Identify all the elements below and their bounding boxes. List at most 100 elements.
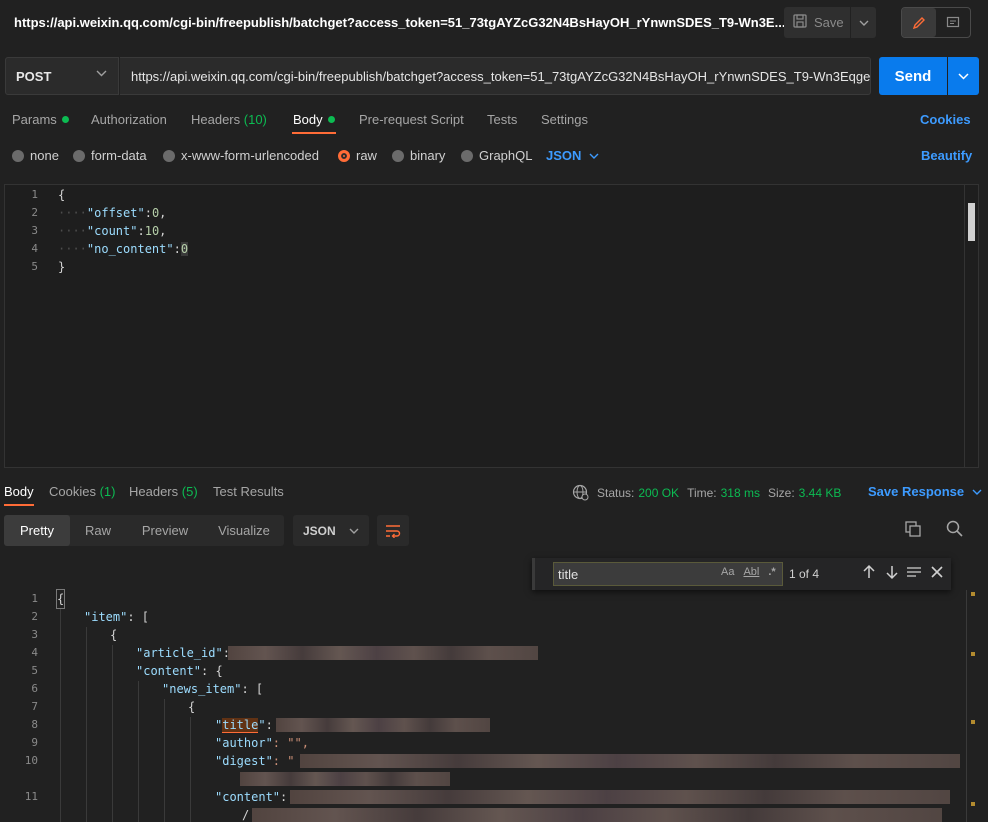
line-number: 3 xyxy=(31,224,38,237)
indent-guide xyxy=(138,681,139,822)
indent-guide xyxy=(60,609,61,822)
close-icon[interactable] xyxy=(930,564,944,580)
arrow-up-icon[interactable] xyxy=(862,564,876,580)
indent-guide xyxy=(190,717,191,822)
tab-label: Params xyxy=(12,112,57,127)
size-value: 3.44 KB xyxy=(798,485,842,500)
save-response-button[interactable]: Save Response xyxy=(868,484,982,499)
format-value: JSON xyxy=(303,523,336,538)
code-line: "item": [ xyxy=(84,608,149,626)
radio-label: form-data xyxy=(91,148,147,163)
code-line: "digest": " xyxy=(215,752,294,770)
code-line: ····"offset":0, xyxy=(58,206,167,220)
view-visualize[interactable]: Visualize xyxy=(204,515,284,546)
format-value: JSON xyxy=(546,148,582,163)
request-title[interactable]: https://api.weixin.qq.com/cgi-bin/freepu… xyxy=(14,15,785,30)
radio-binary[interactable]: binary xyxy=(392,148,445,163)
tab-settings[interactable]: Settings xyxy=(541,112,588,127)
response-tab-test-results[interactable]: Test Results xyxy=(213,484,284,499)
edit-mode-button[interactable] xyxy=(902,8,936,37)
copy-button[interactable] xyxy=(903,519,923,542)
cookies-count: (1) xyxy=(99,484,116,499)
indent-guide xyxy=(86,627,87,822)
tab-body[interactable]: Body xyxy=(293,112,335,127)
arrow-down-icon[interactable] xyxy=(885,564,899,580)
view-raw[interactable]: Raw xyxy=(70,515,126,546)
code-line: ····"count":10, xyxy=(58,224,167,238)
tab-authorization[interactable]: Authorization xyxy=(91,112,167,127)
line-number: 1 xyxy=(31,188,38,201)
view-pretty[interactable]: Pretty xyxy=(4,515,70,546)
json-key: "news_item" xyxy=(162,682,242,696)
tab-tests[interactable]: Tests xyxy=(487,112,517,127)
line-number: 9 xyxy=(31,736,38,749)
save-button[interactable]: Save xyxy=(784,7,850,38)
redacted-value xyxy=(290,790,950,804)
active-tab-indicator xyxy=(292,132,336,134)
radio-form-data[interactable]: form-data xyxy=(73,148,147,163)
radio-label: GraphQL xyxy=(479,148,533,163)
wrap-lines-icon xyxy=(386,524,401,538)
tab-params[interactable]: Params xyxy=(12,112,69,127)
line-number: 8 xyxy=(31,718,38,731)
url-input[interactable]: https://api.weixin.qq.com/cgi-bin/freepu… xyxy=(120,57,871,95)
line-number: 4 xyxy=(31,242,38,255)
radio-label: raw xyxy=(356,148,377,163)
response-format-select[interactable]: JSON xyxy=(293,515,369,546)
save-response-label: Save Response xyxy=(868,484,965,499)
comments-mode-button[interactable] xyxy=(936,8,970,37)
scrollbar-track xyxy=(964,184,965,468)
radio-label: binary xyxy=(410,148,446,163)
regex-toggle[interactable]: .* xyxy=(768,566,775,578)
tab-pre-request-script[interactable]: Pre-request Script xyxy=(359,112,464,127)
line-number: 3 xyxy=(31,628,38,641)
json-key: "content" xyxy=(136,664,202,678)
radio-raw[interactable]: raw xyxy=(338,148,377,163)
indent-guide xyxy=(112,645,113,822)
beautify-link[interactable]: Beautify xyxy=(921,148,972,163)
cookies-link[interactable]: Cookies xyxy=(920,112,971,127)
search-match: title xyxy=(222,718,259,733)
send-button[interactable]: Send xyxy=(879,57,947,95)
overview-marker xyxy=(971,720,975,724)
find-options: Aa Abl .* xyxy=(721,566,776,578)
globe-icon[interactable] xyxy=(572,484,589,501)
line-number: 2 xyxy=(31,610,38,623)
scrollbar-thumb[interactable] xyxy=(968,203,975,241)
status-value: 200 OK xyxy=(638,485,680,500)
whole-word-toggle[interactable]: Abl xyxy=(743,566,759,578)
code-line: } xyxy=(58,260,66,274)
json-key: "digest" xyxy=(215,754,273,768)
method-value: POST xyxy=(16,68,52,84)
search-button[interactable] xyxy=(945,519,965,542)
save-options-button[interactable] xyxy=(851,7,876,38)
view-preview[interactable]: Preview xyxy=(126,515,204,546)
radio-urlencoded[interactable]: x-www-form-urlencoded xyxy=(163,148,319,163)
json-value: 0 xyxy=(180,242,189,256)
save-icon xyxy=(793,14,807,31)
response-tab-headers[interactable]: Headers (5) xyxy=(129,484,198,499)
selection-icon[interactable] xyxy=(905,564,923,580)
scrollbar-track[interactable] xyxy=(966,590,967,822)
overview-marker xyxy=(971,652,975,656)
response-tab-cookies[interactable]: Cookies (1) xyxy=(49,484,115,499)
match-case-toggle[interactable]: Aa xyxy=(721,566,734,578)
json-key-quote: " xyxy=(258,718,266,732)
wrap-lines-button[interactable] xyxy=(377,515,409,546)
radio-graphql[interactable]: GraphQL xyxy=(461,148,532,163)
code-line: "title": xyxy=(215,716,273,734)
find-match-count: 1 of 4 xyxy=(789,567,820,581)
response-tab-body[interactable]: Body xyxy=(4,484,34,499)
redacted-value xyxy=(252,808,942,822)
radio-none[interactable]: none xyxy=(12,148,59,163)
radio-label: x-www-form-urlencoded xyxy=(181,148,319,163)
radio-circle xyxy=(73,149,85,162)
body-format-select[interactable]: JSON xyxy=(546,148,599,163)
tab-headers[interactable]: Headers (10) xyxy=(191,112,267,127)
indent-guide xyxy=(164,699,165,822)
json-value: 10 xyxy=(144,224,160,238)
line-number: 10 xyxy=(24,754,38,767)
url-value: https://api.weixin.qq.com/cgi-bin/freepu… xyxy=(131,68,871,84)
send-options-button[interactable] xyxy=(948,57,979,95)
code-line: "content": xyxy=(215,788,287,806)
